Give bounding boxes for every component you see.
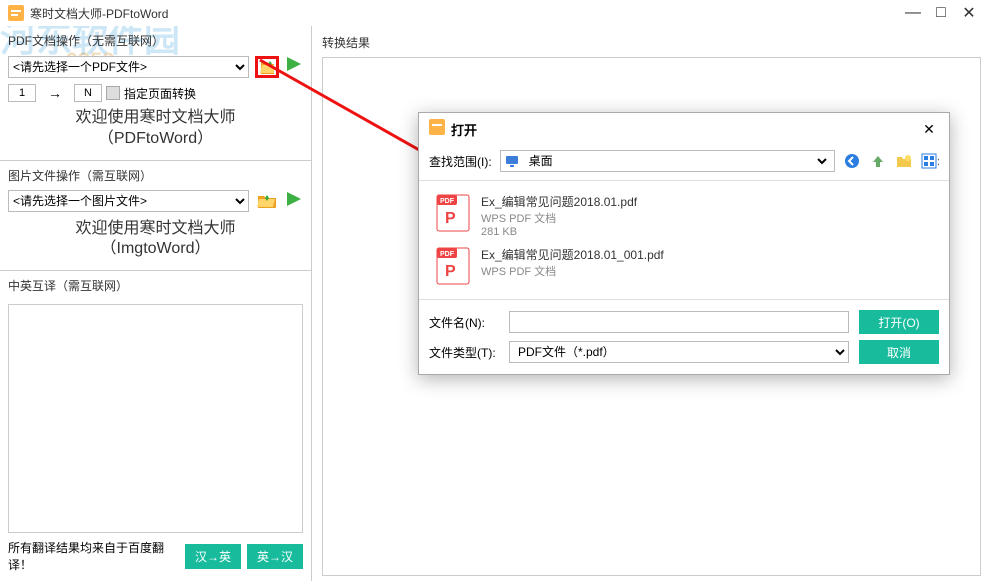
img-welcome-line1: 欢迎使用寒时文档大师 (8, 219, 303, 240)
dialog-title: 打开 (451, 120, 919, 139)
app-icon (8, 5, 24, 21)
titlebar: 寒时文档大师-PDFtoWord — □ ✕ (0, 0, 991, 26)
translate-textarea[interactable] (8, 304, 303, 533)
pdf-file-icon: PDF P (435, 193, 471, 233)
pdf-convert-button[interactable] (285, 55, 303, 78)
img-open-folder-button[interactable] (255, 190, 279, 212)
svg-text:PDF: PDF (440, 198, 455, 205)
page-range-checkbox[interactable] (106, 86, 120, 100)
pdf-section-title: PDF文档操作（无需互联网） (8, 32, 303, 49)
pdf-welcome-line1: 欢迎使用寒时文档大师 (8, 108, 303, 129)
file-type: WPS PDF 文档 (481, 263, 664, 279)
filetype-select[interactable]: PDF文件（*.pdf） (509, 341, 849, 363)
file-type: WPS PDF 文档 (481, 210, 637, 226)
lookin-label: 查找范围(I): (429, 153, 492, 170)
pdf-file-icon: PDF P (435, 246, 471, 286)
views-icon (921, 153, 939, 169)
file-item[interactable]: PDF P Ex_编辑常见问题2018.01.pdf WPS PDF 文档 281… (429, 189, 939, 242)
folder-new-icon (896, 153, 912, 169)
translate-section: 中英互译（需互联网） 所有翻译结果均来自于百度翻译！ 汉→英 英→汉 (0, 271, 311, 581)
file-name: Ex_编辑常见问题2018.01_001.pdf (481, 246, 664, 263)
img-section-title: 图片文件操作（需互联网） (8, 167, 303, 184)
img-welcome: 欢迎使用寒时文档大师 （ImgtoWord） (8, 219, 303, 261)
dialog-open-button[interactable]: 打开(O) (859, 310, 939, 334)
maximize-button[interactable]: □ (927, 3, 955, 23)
translate-footer-note: 所有翻译结果均来自于百度翻译！ (8, 539, 179, 573)
page-arrow-icon: → (40, 85, 70, 101)
open-dialog: 打开 ✕ 查找范围(I): 桌面 PDF P Ex_编辑常见问题2018.01.p… (418, 112, 950, 375)
play-icon (285, 55, 303, 73)
close-button[interactable]: ✕ (955, 3, 983, 23)
lookin-combo[interactable]: 桌面 (500, 150, 835, 172)
left-panel: PDF文档操作（无需互联网） <请先选择一个PDF文件> → (0, 26, 312, 581)
pdf-file-select[interactable]: <请先选择一个PDF文件> (8, 56, 249, 78)
dialog-icon (429, 119, 445, 140)
file-item[interactable]: PDF P Ex_编辑常见问题2018.01_001.pdf WPS PDF 文档 (429, 242, 939, 290)
new-folder-button[interactable] (895, 152, 913, 170)
img-welcome-line2: （ImgtoWord） (8, 239, 303, 260)
app-title: 寒时文档大师-PDFtoWord (30, 5, 899, 22)
nav-up-button[interactable] (869, 152, 887, 170)
img-file-select[interactable]: <请先选择一个图片文件> (8, 190, 249, 212)
page-from-input[interactable] (8, 84, 36, 102)
up-icon (870, 153, 886, 169)
folder-open-icon (257, 193, 277, 209)
pdf-welcome-line2: （PDFtoWord） (8, 129, 303, 150)
dialog-cancel-button[interactable]: 取消 (859, 340, 939, 364)
svg-text:PDF: PDF (440, 251, 455, 258)
nav-back-button[interactable] (843, 152, 861, 170)
file-list[interactable]: PDF P Ex_编辑常见问题2018.01.pdf WPS PDF 文档 281… (419, 180, 949, 300)
minimize-button[interactable]: — (899, 3, 927, 23)
filename-label: 文件名(N): (429, 314, 499, 331)
translate-en-cn-button[interactable]: 英→汉 (247, 544, 303, 569)
svg-text:P: P (445, 263, 456, 280)
pdf-welcome: 欢迎使用寒时文档大师 （PDFtoWord） (8, 108, 303, 150)
translate-cn-en-button[interactable]: 汉→英 (185, 544, 241, 569)
folder-open-icon (260, 59, 274, 75)
result-title: 转换结果 (322, 34, 981, 51)
views-button[interactable] (921, 152, 939, 170)
svg-text:P: P (445, 210, 456, 227)
filename-input[interactable] (509, 311, 849, 333)
desktop-icon (505, 154, 519, 168)
dialog-close-button[interactable]: ✕ (919, 120, 939, 140)
pdf-section: PDF文档操作（无需互联网） <请先选择一个PDF文件> → (0, 26, 311, 161)
img-section: 图片文件操作（需互联网） <请先选择一个图片文件> 欢迎使用寒时文档大师 （Im… (0, 161, 311, 272)
img-convert-button[interactable] (285, 190, 303, 213)
filetype-label: 文件类型(T): (429, 344, 499, 361)
file-size: 281 KB (481, 226, 637, 238)
file-name: Ex_编辑常见问题2018.01.pdf (481, 193, 637, 210)
pdf-open-folder-button[interactable] (255, 56, 279, 78)
page-range-label: 指定页面转换 (124, 85, 196, 102)
back-icon (844, 153, 860, 169)
translate-section-title: 中英互译（需互联网） (8, 277, 303, 294)
page-to-input[interactable] (74, 84, 102, 102)
play-icon (285, 190, 303, 208)
